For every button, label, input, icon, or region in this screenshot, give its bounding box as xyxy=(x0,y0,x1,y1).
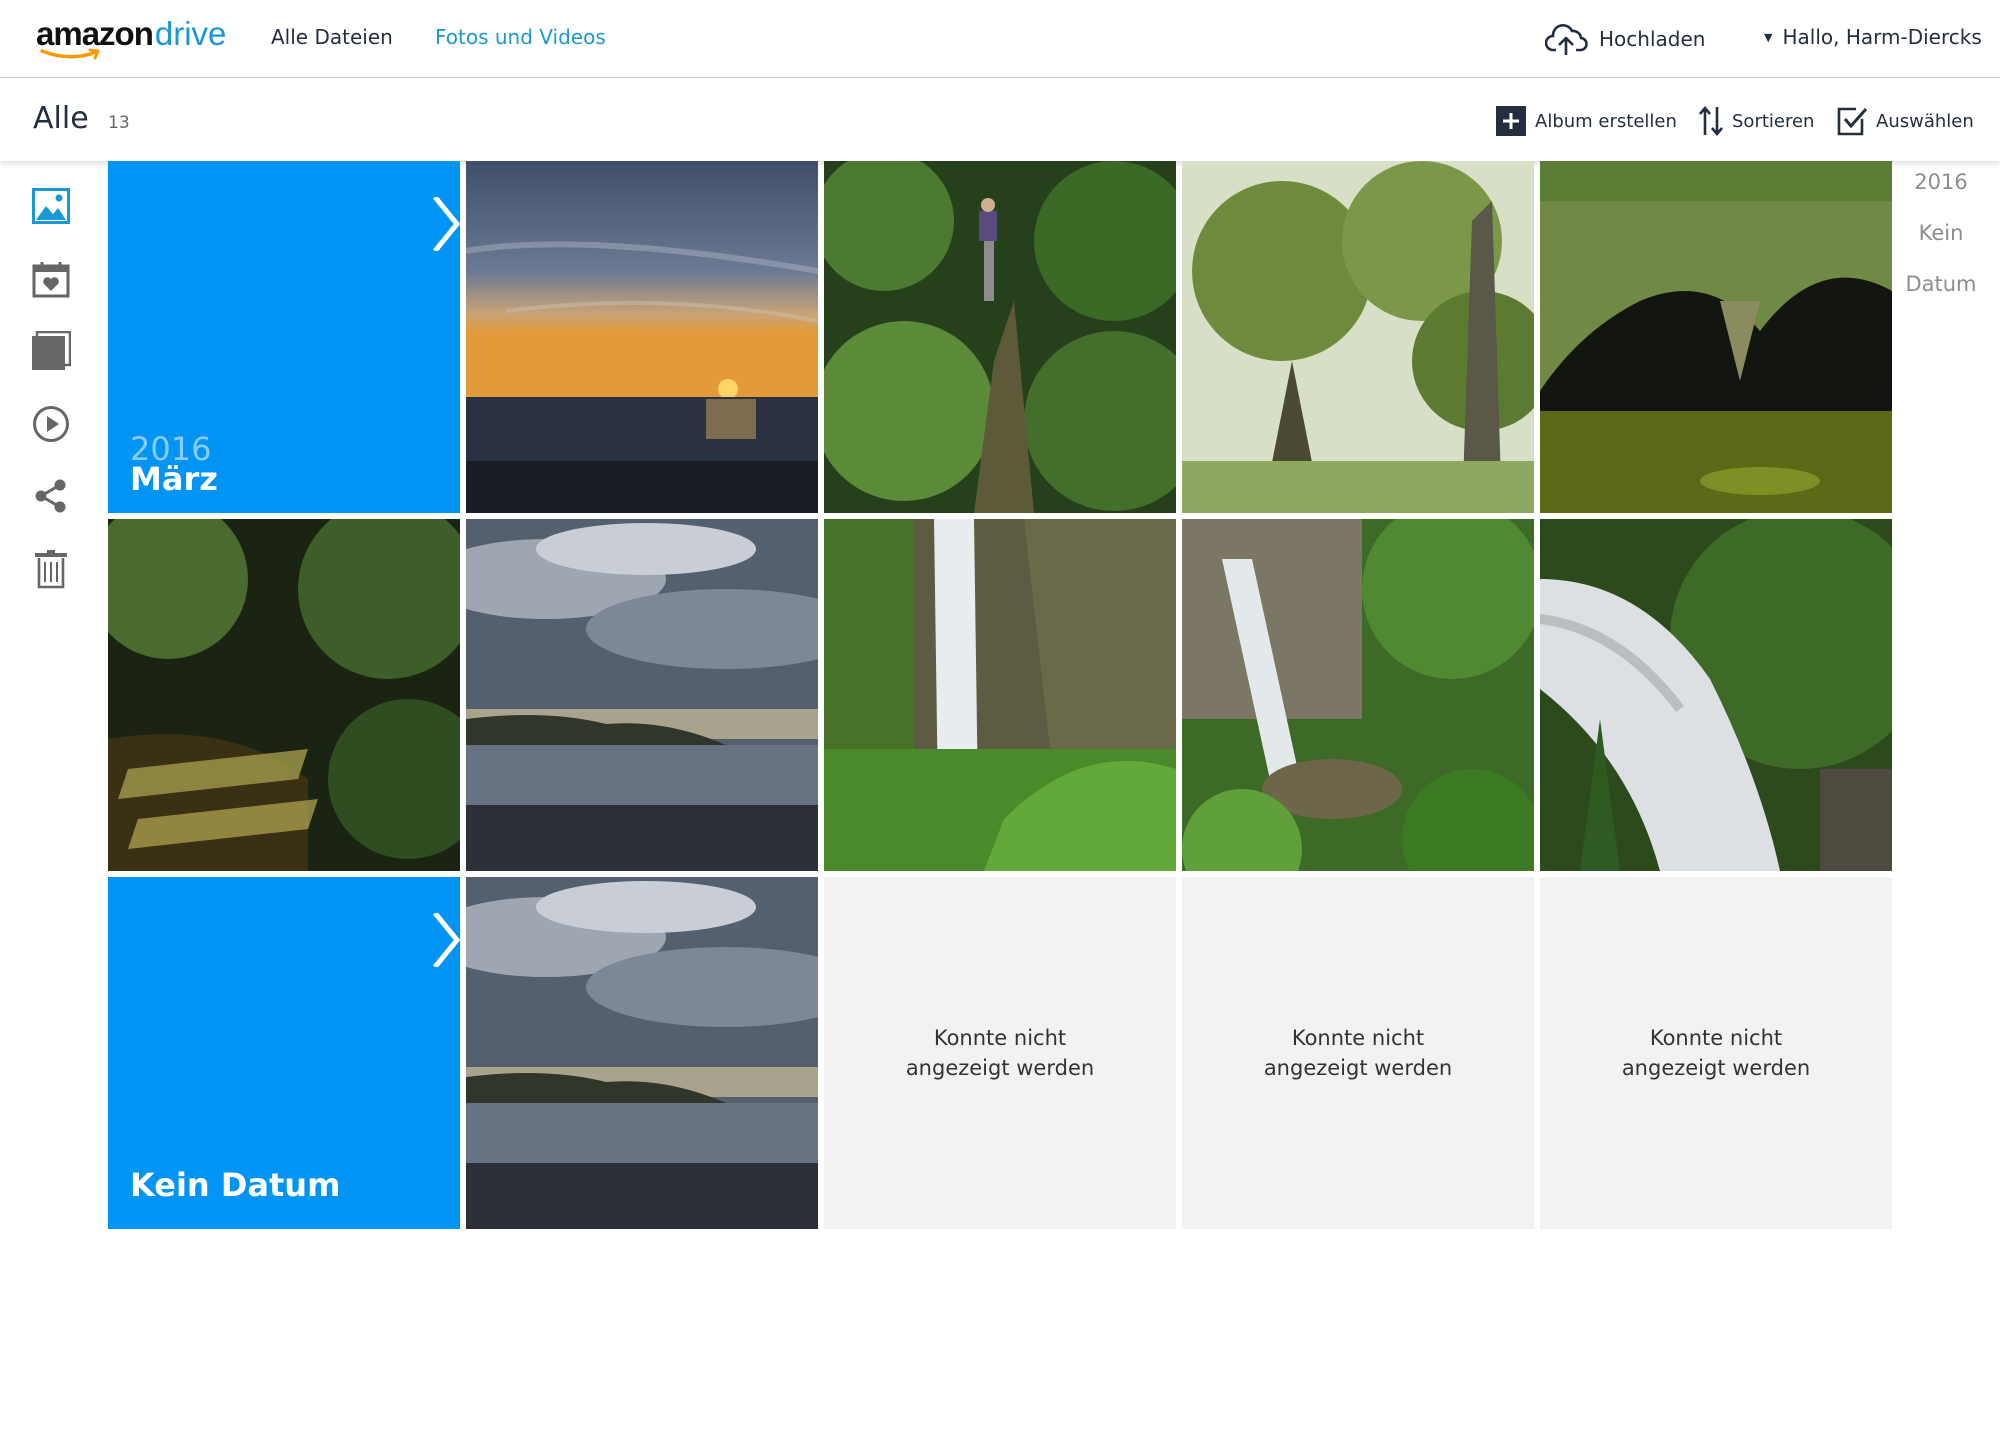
sort-button[interactable]: Sortieren xyxy=(1698,105,1814,137)
timeline-no-date-line1[interactable]: Kein xyxy=(1891,221,1991,245)
cloudy-coast-photo xyxy=(466,877,818,1229)
user-menu[interactable]: ▼ Hallo, Harm-Diercks xyxy=(1764,25,1982,49)
unavailable-line2: angezeigt werden xyxy=(905,1056,1095,1080)
sidebar-item-albums[interactable] xyxy=(30,330,72,372)
unavailable-line1: Konnte nicht xyxy=(933,1026,1067,1050)
select-label: Auswählen xyxy=(1876,110,1974,132)
photos-icon xyxy=(32,188,70,224)
group-month: März xyxy=(130,460,218,498)
select-button[interactable]: Auswählen xyxy=(1836,105,1974,137)
create-album-button[interactable]: Album erstellen xyxy=(1495,105,1677,137)
add-album-icon xyxy=(1496,106,1526,136)
user-greeting: Hallo, Harm-Diercks xyxy=(1782,25,1982,49)
jungle-stream-photo xyxy=(108,519,460,871)
checkbox-select-icon xyxy=(1837,107,1868,136)
photo-tile-forest-trail[interactable] xyxy=(824,161,1176,513)
item-count: 13 xyxy=(108,113,130,133)
unavailable-tile[interactable]: Konnte nicht angezeigt werden xyxy=(1540,877,1892,1229)
amazon-smile-icon xyxy=(40,48,100,60)
date-group-header-2016-maerz: 2016 März xyxy=(108,161,461,513)
unavailable-tile[interactable]: Konnte nicht angezeigt werden xyxy=(824,877,1176,1229)
unavailable-line1: Konnte nicht xyxy=(1291,1026,1425,1050)
sort-label: Sortieren xyxy=(1732,110,1815,132)
page-title: Alle xyxy=(33,101,89,136)
sunset-photo xyxy=(466,161,818,513)
cave-photo xyxy=(1540,161,1892,513)
group-notch-arrow xyxy=(433,197,461,251)
upload-label: Hochladen xyxy=(1599,27,1706,51)
sidebar-item-videos[interactable] xyxy=(30,403,72,445)
unavailable-tile[interactable]: Konnte nicht angezeigt werden xyxy=(1182,877,1534,1229)
trash-icon xyxy=(35,550,67,589)
timeline-year-2016[interactable]: 2016 xyxy=(1891,170,1991,194)
photo-tile-sunset[interactable] xyxy=(466,161,818,513)
logo-drive-text: drive xyxy=(154,15,227,52)
photo-tile-cloudy-coast-nodate[interactable] xyxy=(466,877,818,1229)
waterfall-valley-photo xyxy=(1182,519,1534,871)
create-album-label: Album erstellen xyxy=(1535,110,1677,132)
photo-tile-waterfall-cliff[interactable] xyxy=(824,519,1176,871)
waterfall-cliff-photo xyxy=(824,519,1176,871)
mossy-trees-photo xyxy=(1182,161,1534,513)
cloud-upload-icon xyxy=(1545,24,1588,55)
top-navigation-bar: amazon drive Alle Dateien Fotos und Vide… xyxy=(0,0,2000,78)
photo-tile-mossy-trees[interactable] xyxy=(1182,161,1534,513)
upload-button[interactable]: Hochladen xyxy=(1545,20,1705,58)
share-icon xyxy=(35,479,66,513)
view-toolbar: Alle 13 Album erstellen Sortieren Auswäh… xyxy=(0,79,2000,161)
forest-trail-photo xyxy=(824,161,1176,513)
sort-arrows-icon xyxy=(1699,105,1723,137)
group-no-date-label: Kein Datum xyxy=(130,1166,341,1204)
nav-photos-videos[interactable]: Fotos und Videos xyxy=(435,25,606,49)
nav-all-files[interactable]: Alle Dateien xyxy=(271,25,393,49)
video-play-icon xyxy=(33,406,69,442)
unavailable-line2: angezeigt werden xyxy=(1263,1056,1453,1080)
caret-down-icon: ▼ xyxy=(1764,30,1773,44)
albums-icon xyxy=(32,331,71,370)
group-notch-arrow xyxy=(433,913,461,967)
waterfall-close-photo xyxy=(1540,519,1892,871)
photo-tile-waterfall-valley[interactable] xyxy=(1182,519,1534,871)
unavailable-line2: angezeigt werden xyxy=(1621,1056,1811,1080)
sidebar-item-trash[interactable] xyxy=(30,548,72,590)
photo-tile-waterfall-close[interactable] xyxy=(1540,519,1892,871)
cloudy-coast-photo xyxy=(466,519,818,871)
timeline-no-date-line2[interactable]: Datum xyxy=(1891,272,1991,296)
sidebar-item-photos[interactable] xyxy=(30,185,72,227)
date-group-header-no-date: Kein Datum xyxy=(108,877,461,1229)
sidebar-item-moments[interactable] xyxy=(30,258,72,300)
photo-tile-cave[interactable] xyxy=(1540,161,1892,513)
sidebar-item-shared[interactable] xyxy=(30,475,72,517)
calendar-heart-icon xyxy=(32,262,70,298)
photo-tile-jungle-stream[interactable] xyxy=(108,519,460,871)
amazon-drive-logo[interactable]: amazon drive xyxy=(36,14,226,64)
photo-tile-cloudy-coast[interactable] xyxy=(466,519,818,871)
unavailable-line1: Konnte nicht xyxy=(1649,1026,1783,1050)
